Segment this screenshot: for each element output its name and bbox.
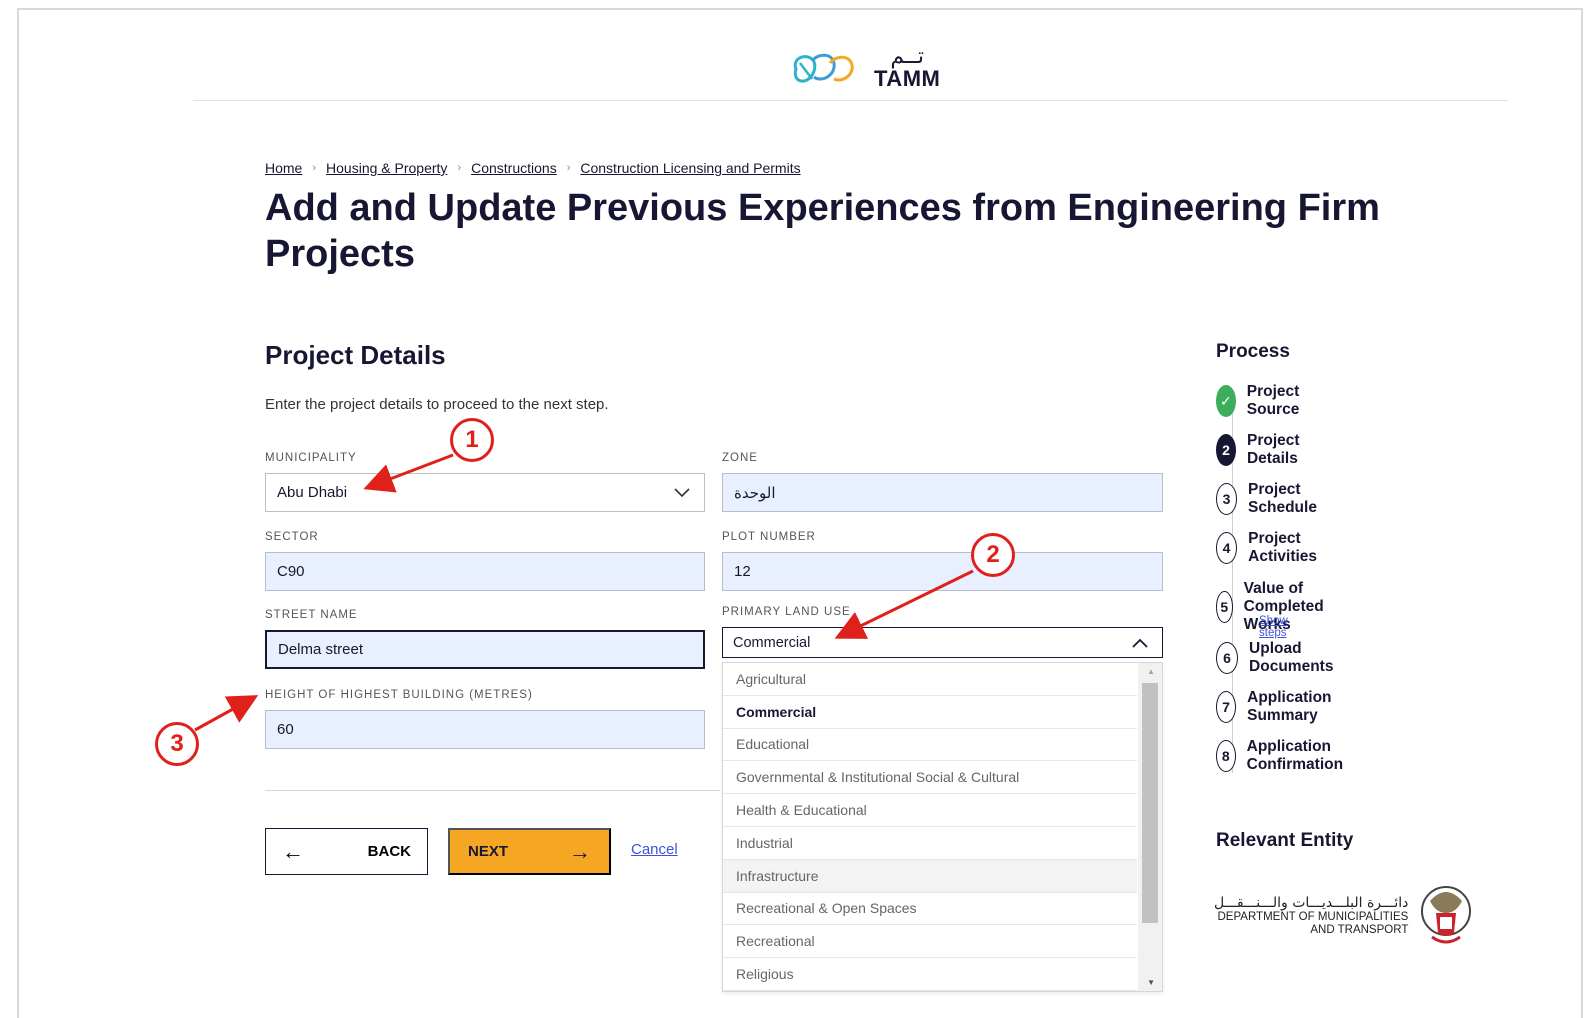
step-number: 7 [1216,691,1237,723]
check-icon: ✓ [1216,385,1236,417]
annotation-marker-3: 3 [155,722,199,766]
step-number: 6 [1216,642,1239,674]
step-number: 8 [1216,740,1236,772]
step-number: 5 [1216,591,1233,623]
annotation-marker-2: 2 [971,533,1015,577]
step-number: 3 [1216,483,1238,515]
annotation-marker-1: 1 [450,418,494,462]
annotation-arrows [194,453,974,732]
step-number: 4 [1216,532,1238,564]
step-number: 2 [1216,434,1236,466]
